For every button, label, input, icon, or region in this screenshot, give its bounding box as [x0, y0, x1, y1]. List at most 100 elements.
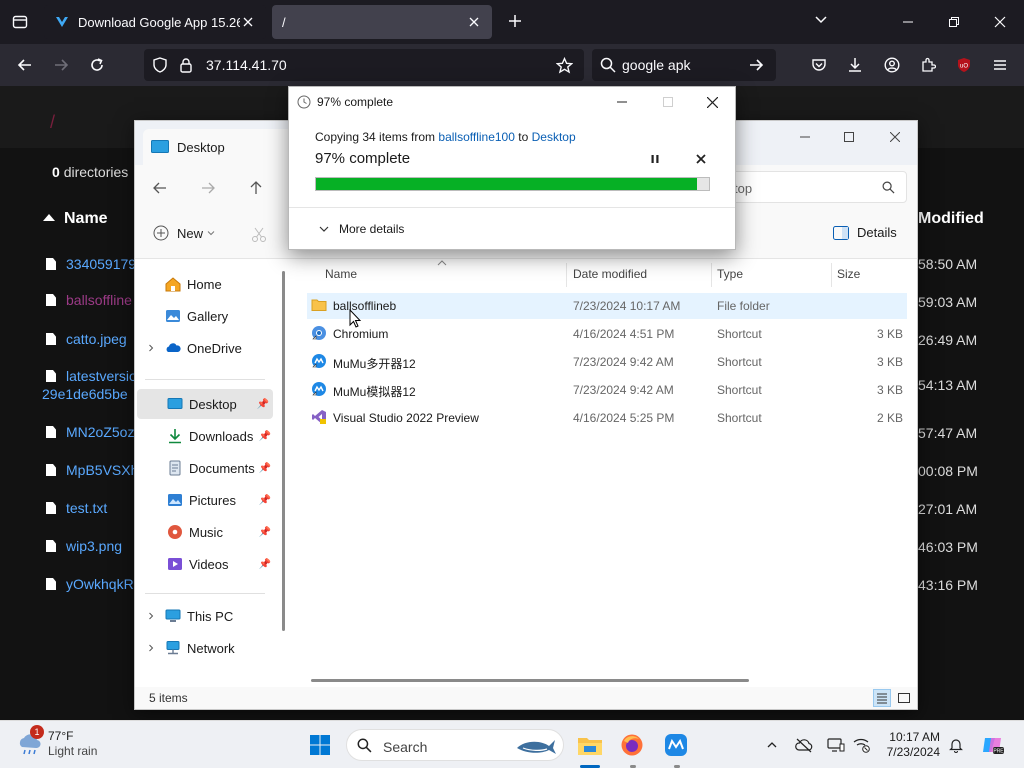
search-query[interactable]: google apk	[622, 57, 691, 73]
more-details-button[interactable]: More details	[319, 222, 404, 236]
pocket-button[interactable]	[806, 52, 832, 78]
list-item[interactable]: catto.jpeg	[46, 331, 127, 347]
cut-icon[interactable]	[251, 227, 267, 243]
forward-button[interactable]	[48, 52, 74, 78]
file-row-ballsofflineb[interactable]: ballsofflineb 7/23/2024 10:17 AM File fo…	[307, 293, 907, 319]
url-text[interactable]: 37.114.41.70	[206, 57, 287, 73]
list-item[interactable]: MpB5VSXh	[46, 462, 138, 478]
tab-download-google-app[interactable]: Download Google App 15.26.36	[44, 5, 266, 39]
column-separator[interactable]	[711, 263, 712, 287]
sidebar-item-pictures[interactable]: Pictures 📌	[135, 485, 275, 515]
breadcrumb[interactable]: /	[50, 112, 55, 133]
name-column-header[interactable]: Name	[42, 210, 108, 228]
file-link[interactable]: 29e1de6d5be	[42, 386, 128, 402]
reload-button[interactable]	[84, 52, 110, 78]
file-row-mumu-multi[interactable]: MuMu多开器12 7/23/2024 9:42 AM Shortcut 3 K…	[307, 349, 907, 375]
sidebar-item-desktop[interactable]: Desktop 📌	[137, 389, 273, 419]
cancel-copy-button[interactable]	[693, 151, 709, 167]
shield-icon[interactable]	[152, 57, 168, 73]
list-item[interactable]: 334059179	[46, 256, 136, 272]
list-item[interactable]: MN2oZ5oz	[46, 424, 134, 440]
file-link[interactable]: 334059179	[66, 256, 136, 272]
tab-root[interactable]: /	[272, 5, 492, 39]
close-window-button[interactable]	[990, 12, 1010, 32]
app-menu-button[interactable]	[987, 52, 1013, 78]
file-link[interactable]: test.txt	[66, 500, 107, 516]
explorer-tab-desktop[interactable]: Desktop	[143, 129, 293, 165]
column-header-size[interactable]: Size	[837, 267, 860, 281]
column-header-name[interactable]: Name	[325, 267, 357, 281]
file-row-mumu-emulator[interactable]: MuMu模拟器12 7/23/2024 9:42 AM Shortcut 3 K…	[307, 377, 907, 403]
file-link[interactable]: wip3.png	[66, 538, 122, 554]
copy-source-link[interactable]: ballsoffline100	[438, 130, 515, 144]
start-button[interactable]	[306, 731, 334, 759]
chevron-right-icon[interactable]	[147, 644, 155, 652]
sidebar-item-music[interactable]: Music 📌	[135, 517, 275, 547]
scrollbar-thumb[interactable]	[282, 271, 285, 631]
restore-button[interactable]	[944, 12, 964, 32]
file-link[interactable]: MN2oZ5oz	[66, 424, 134, 440]
file-row-visual-studio[interactable]: Visual Studio 2022 Preview 4/16/2024 5:2…	[307, 405, 907, 431]
file-link[interactable]: latestversio	[66, 368, 137, 384]
explorer-up-button[interactable]	[245, 177, 267, 199]
chevron-right-icon[interactable]	[147, 344, 155, 352]
list-item[interactable]: latestversio	[46, 368, 137, 384]
sidebar-item-downloads[interactable]: Downloads 📌	[135, 421, 275, 451]
explorer-close-button[interactable]	[885, 127, 905, 147]
search-bar[interactable]: google apk	[592, 49, 776, 81]
explorer-back-button[interactable]	[149, 177, 171, 199]
file-link[interactable]: yOwkhqkR	[66, 576, 134, 592]
list-item[interactable]: ballsoffline	[46, 292, 132, 308]
go-arrow-icon[interactable]	[748, 57, 764, 73]
sidebar-item-this-pc[interactable]: This PC	[147, 601, 287, 631]
list-item[interactable]: wip3.png	[46, 538, 122, 554]
downloads-button[interactable]	[842, 52, 868, 78]
copy-destination-link[interactable]: Desktop	[532, 130, 576, 144]
extensions-button[interactable]	[915, 52, 941, 78]
file-link[interactable]: MpB5VSXh	[66, 462, 138, 478]
dialog-maximize-button[interactable]	[659, 93, 677, 111]
taskbar-mumu[interactable]	[662, 731, 690, 759]
tab-list-button[interactable]	[6, 8, 34, 36]
tab-close-button[interactable]	[240, 14, 256, 30]
details-view-button[interactable]	[873, 689, 891, 707]
modified-column-header[interactable]: Modified	[918, 210, 984, 228]
list-item[interactable]: yOwkhqkR	[46, 576, 134, 592]
list-item-continued[interactable]: 29e1de6d5be	[42, 386, 128, 402]
explorer-forward-button[interactable]	[197, 177, 219, 199]
address-bar[interactable]: 37.114.41.70	[144, 49, 584, 81]
explorer-search-box[interactable]: top	[727, 171, 907, 203]
new-button[interactable]: New	[153, 225, 215, 241]
taskbar-file-explorer[interactable]	[576, 731, 604, 759]
system-clock[interactable]: 10:17 AM 7/23/2024	[882, 730, 940, 760]
copilot-button[interactable]: PRE	[980, 735, 1006, 755]
show-hidden-icons-button[interactable]	[762, 735, 782, 755]
tray-cloud-offline[interactable]	[794, 735, 814, 755]
account-button[interactable]	[879, 52, 905, 78]
tab-close-button[interactable]	[466, 14, 482, 30]
star-icon[interactable]	[556, 57, 573, 74]
dialog-minimize-button[interactable]	[613, 93, 631, 111]
explorer-maximize-button[interactable]	[839, 127, 859, 147]
chevron-right-icon[interactable]	[147, 612, 155, 620]
details-pane-button[interactable]: Details	[833, 225, 897, 240]
file-row-chromium[interactable]: Chromium 4/16/2024 4:51 PM Shortcut 3 KB	[307, 321, 907, 347]
navigation-pane-scrollbar[interactable]	[281, 261, 287, 641]
tray-display[interactable]	[826, 735, 846, 755]
pause-button[interactable]	[647, 151, 663, 167]
list-item[interactable]: test.txt	[46, 500, 107, 516]
taskbar-search-box[interactable]: Search	[346, 729, 564, 761]
sidebar-item-onedrive[interactable]: OneDrive	[147, 333, 287, 363]
list-all-tabs-button[interactable]	[814, 12, 828, 29]
new-tab-button[interactable]	[504, 10, 526, 32]
sidebar-item-videos[interactable]: Videos 📌	[135, 549, 275, 579]
dialog-close-button[interactable]	[703, 93, 721, 111]
ublock-button[interactable]: uO	[951, 52, 977, 78]
file-link[interactable]: ballsoffline	[66, 292, 132, 308]
sidebar-item-network[interactable]: Network	[147, 633, 287, 663]
weather-widget[interactable]: 1 77°F Light rain	[16, 725, 97, 759]
file-list-horizontal-scrollbar[interactable]	[311, 679, 749, 682]
taskbar-firefox[interactable]	[618, 731, 646, 759]
lock-icon[interactable]	[178, 57, 194, 73]
column-separator[interactable]	[566, 263, 567, 287]
